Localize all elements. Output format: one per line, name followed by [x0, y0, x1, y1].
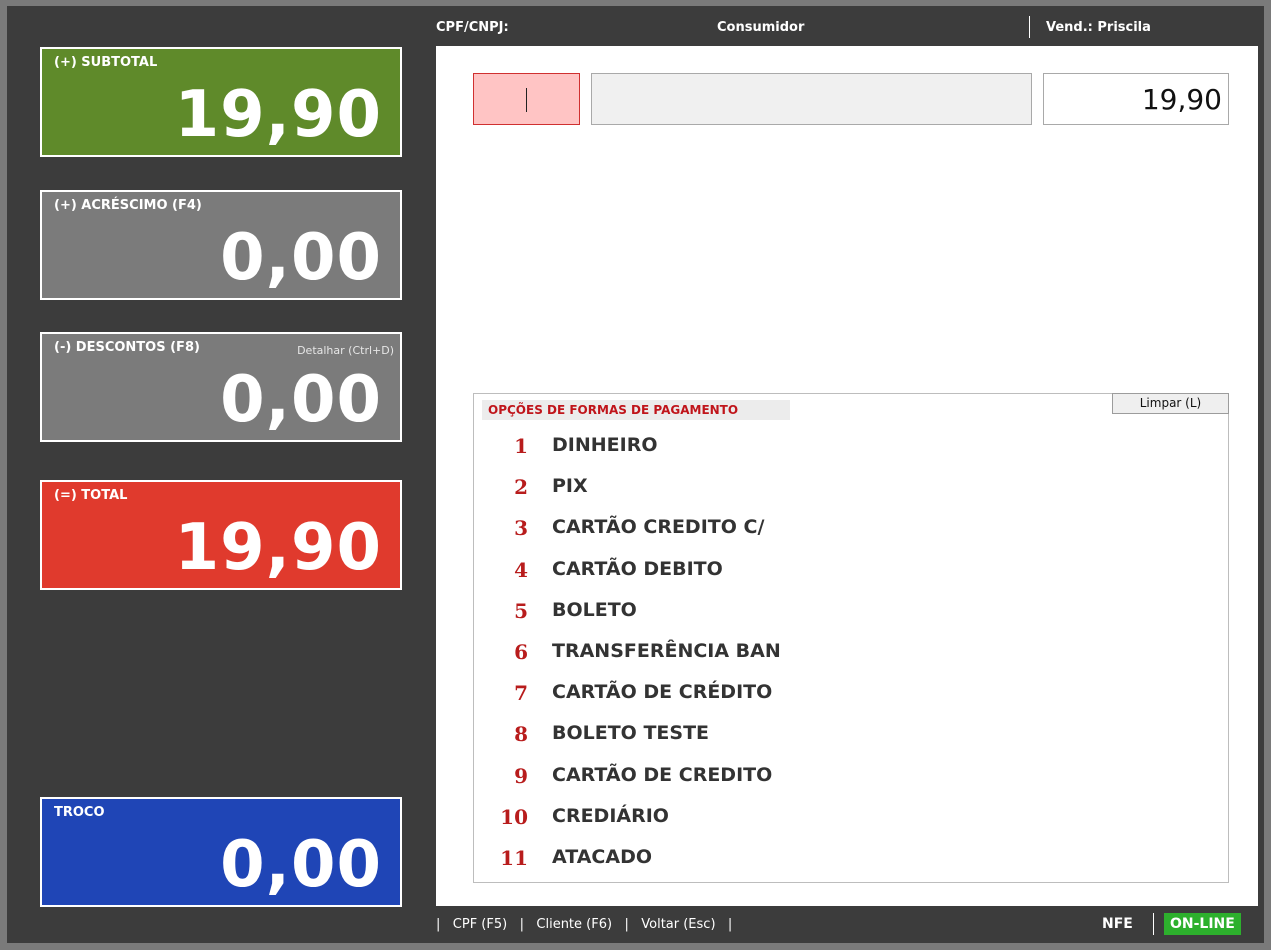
- payment-options-box: OPÇÕES DE FORMAS DE PAGAMENTO Limpar (L)…: [473, 393, 1229, 883]
- payment-option-item[interactable]: 9 CARTÃO DE CREDITO: [474, 764, 1228, 805]
- header-divider: [1029, 16, 1030, 38]
- payment-option-label: CARTÃO DEBITO: [552, 557, 723, 580]
- footer-bar: | CPF (F5) | Cliente (F6) | Voltar (Esc)…: [436, 912, 1258, 938]
- payment-panel: 19,90 OPÇÕES DE FORMAS DE PAGAMENTO Limp…: [436, 46, 1258, 906]
- acrescimo-label: (+) ACRÉSCIMO (F4): [54, 198, 202, 213]
- payment-option-number: 7: [514, 681, 528, 706]
- payment-option-item[interactable]: 4 CARTÃO DEBITO: [474, 558, 1228, 599]
- descontos-label: (-) DESCONTOS (F8): [54, 340, 200, 355]
- descontos-value: 0,00: [220, 363, 382, 437]
- payment-option-item[interactable]: 7 CARTÃO DE CRÉDITO: [474, 681, 1228, 722]
- payment-option-item[interactable]: 10 CREDIÁRIO: [474, 805, 1228, 846]
- total-value: 19,90: [174, 511, 382, 585]
- text-caret: [526, 88, 527, 112]
- troco-value: 0,00: [220, 828, 382, 902]
- payment-option-number: 2: [514, 475, 528, 500]
- payment-option-label: CARTÃO CREDITO C/: [552, 516, 765, 539]
- subtotal-label: (+) SUBTOTAL: [54, 55, 158, 70]
- payment-option-item[interactable]: 2 PIX: [474, 475, 1228, 516]
- payment-code-input[interactable]: [473, 73, 580, 125]
- payment-option-item[interactable]: 5 BOLETO: [474, 599, 1228, 640]
- payment-option-number: 6: [514, 639, 528, 664]
- clear-button[interactable]: Limpar (L): [1112, 393, 1229, 414]
- payment-option-label: CREDIÁRIO: [552, 804, 669, 827]
- payment-amount-input[interactable]: 19,90: [1043, 73, 1229, 125]
- descontos-detail-link[interactable]: Detalhar (Ctrl+D): [297, 344, 394, 357]
- payment-option-number: 3: [514, 516, 528, 541]
- payment-option-label: BOLETO: [552, 598, 637, 621]
- payment-option-label: BOLETO TESTE: [552, 722, 710, 745]
- cpf-shortcut-link[interactable]: CPF (F5): [453, 917, 507, 932]
- payment-option-label: ATACADO: [552, 845, 652, 868]
- footer-shortcuts: | CPF (F5) | Cliente (F6) | Voltar (Esc)…: [436, 917, 733, 932]
- payment-option-number: 4: [514, 557, 528, 582]
- payment-option-label: CARTÃO DE CREDITO: [552, 763, 773, 786]
- acrescimo-value: 0,00: [220, 221, 382, 295]
- troco-label: TROCO: [54, 805, 105, 820]
- total-card: (=) TOTAL 19,90: [40, 480, 402, 590]
- payment-option-item[interactable]: 6 TRANSFERÊNCIA BAN: [474, 640, 1228, 681]
- payment-option-number: 1: [514, 434, 528, 458]
- payment-option-item[interactable]: 3 CARTÃO CREDITO C/: [474, 516, 1228, 557]
- payment-option-number: 10: [500, 804, 528, 829]
- payment-option-number: 9: [514, 763, 528, 788]
- subtotal-card: (+) SUBTOTAL 19,90: [40, 47, 402, 157]
- payment-option-number: 5: [514, 598, 528, 623]
- payment-option-number: 8: [514, 722, 528, 747]
- total-label: (=) TOTAL: [54, 488, 128, 503]
- payment-option-item[interactable]: 1 DINHEIRO: [474, 434, 1228, 475]
- acrescimo-card[interactable]: (+) ACRÉSCIMO (F4) 0,00: [40, 190, 402, 300]
- customer-name[interactable]: Consumidor: [717, 20, 804, 35]
- footer-divider: [1153, 913, 1154, 935]
- header-bar: CPF/CNPJ: Consumidor Vend.: Priscila: [436, 16, 1258, 40]
- payment-option-item[interactable]: 11 ATACADO: [474, 846, 1228, 887]
- payment-option-item[interactable]: 8 BOLETO TESTE: [474, 722, 1228, 763]
- payment-options-list: 1 DINHEIRO 2 PIX 3 CARTÃO CREDITO C/4 CARTÃO D…: [474, 434, 1228, 887]
- payment-option-label: DINHEIRO: [552, 434, 658, 456]
- payment-description-field[interactable]: [591, 73, 1032, 125]
- subtotal-value: 19,90: [174, 78, 382, 152]
- client-shortcut-link[interactable]: Cliente (F6): [536, 917, 612, 932]
- descontos-card[interactable]: (-) DESCONTOS (F8) Detalhar (Ctrl+D) 0,0…: [40, 332, 402, 442]
- back-shortcut-link[interactable]: Voltar (Esc): [641, 917, 715, 932]
- online-status-badge: ON-LINE: [1164, 913, 1241, 935]
- document-type-label: NFE: [1102, 916, 1133, 932]
- cpf-label[interactable]: CPF/CNPJ:: [436, 20, 509, 35]
- payment-option-label: TRANSFERÊNCIA BAN: [552, 639, 781, 662]
- seller-name: Vend.: Priscila: [1046, 20, 1151, 35]
- payment-option-label: CARTÃO DE CRÉDITO: [552, 681, 773, 704]
- payment-options-title: OPÇÕES DE FORMAS DE PAGAMENTO: [482, 400, 790, 420]
- payment-option-number: 11: [500, 845, 528, 870]
- payment-option-label: PIX: [552, 475, 588, 498]
- troco-card: TROCO 0,00: [40, 797, 402, 907]
